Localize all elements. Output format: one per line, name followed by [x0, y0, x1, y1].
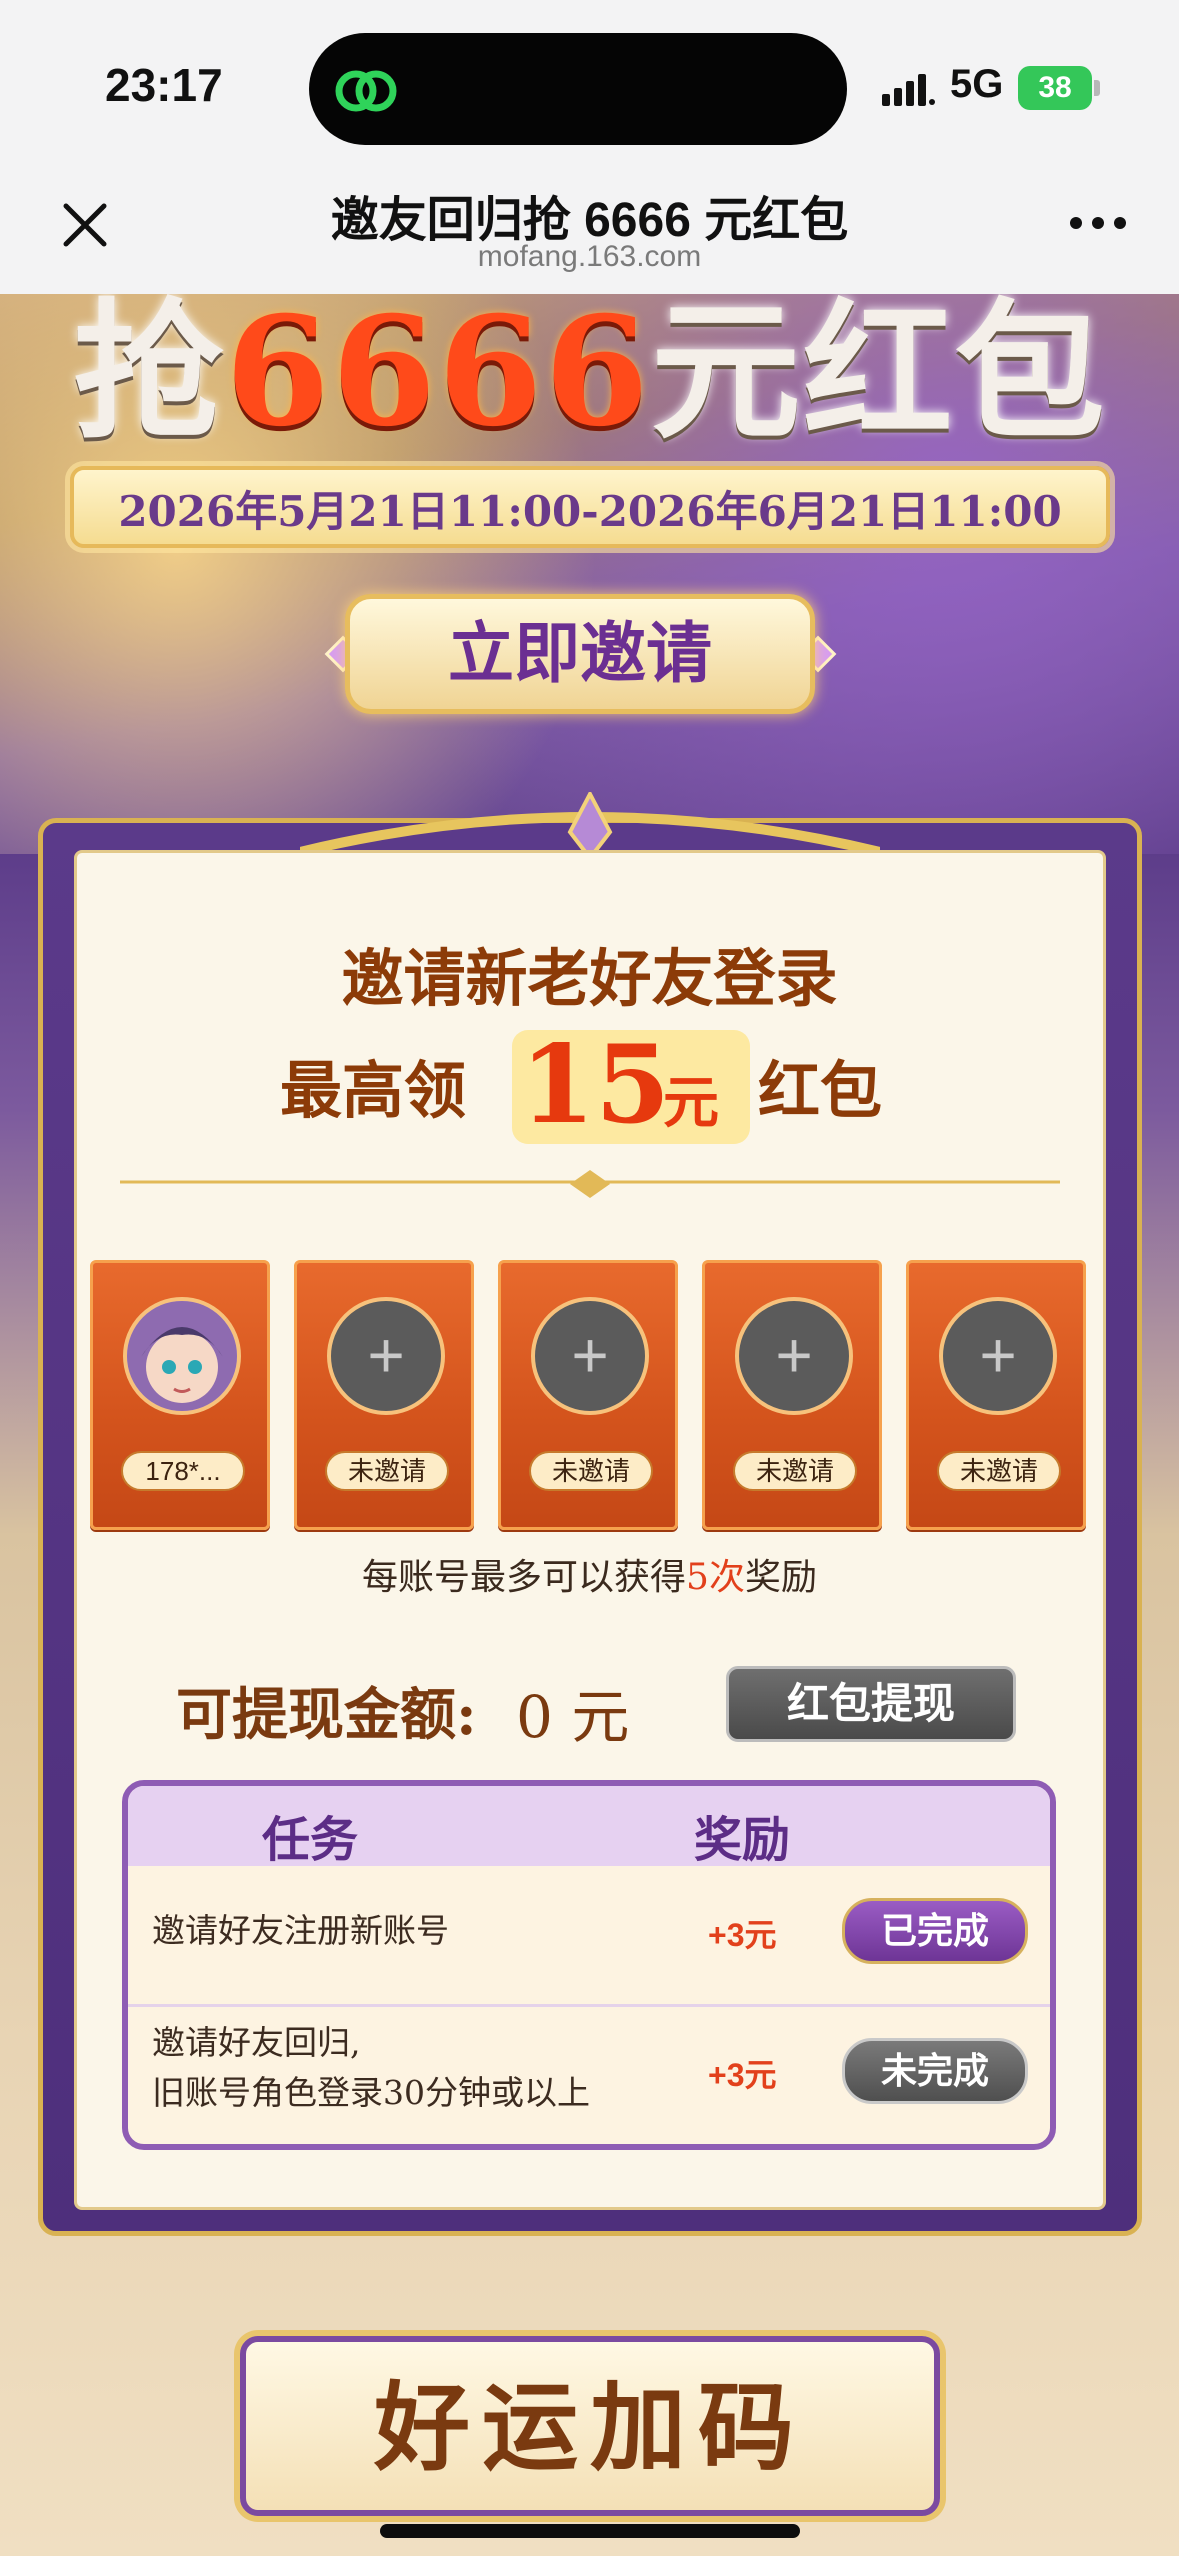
row-divider: [128, 2004, 1050, 2007]
task-completed-button[interactable]: 已完成: [842, 1898, 1028, 1964]
network-type: 5G: [950, 62, 1004, 106]
task-incomplete-button[interactable]: 未完成: [842, 2038, 1028, 2104]
slot-label: 未邀请: [529, 1451, 653, 1491]
invite-now-button[interactable]: 立即邀请: [345, 594, 815, 714]
reward-limit-note: 每账号最多可以获得5次奖励: [0, 1548, 1179, 1600]
task-table: 任务 奖励 邀请好友注册新账号 +3元 已完成 邀请好友回归, 旧账号角色登录3…: [122, 1780, 1056, 2150]
invite-slot-4[interactable]: + 未邀请: [702, 1260, 882, 1530]
max-reward-unit: 元: [663, 1070, 719, 1136]
card-heading-prefix: 最高领: [280, 1054, 467, 1127]
friend-avatar: [123, 1297, 241, 1415]
status-time: 23:17: [105, 59, 223, 111]
page-url: mofang.163.com: [477, 240, 702, 273]
header-reward: 奖励: [694, 1812, 791, 1868]
battery-indicator: 38: [1018, 66, 1092, 110]
task-name: 邀请好友注册新账号: [152, 1911, 449, 1950]
plus-icon: +: [775, 1319, 813, 1391]
signal-icon: [882, 74, 935, 106]
hero-title-part2: 元红包: [650, 294, 1107, 460]
add-friend-button[interactable]: +: [735, 1297, 853, 1415]
wechat-link-icon: [335, 70, 397, 112]
more-options-icon[interactable]: [1068, 215, 1128, 231]
invite-slot-5[interactable]: + 未邀请: [906, 1260, 1086, 1530]
card-heading-suffix: 红包: [758, 1054, 883, 1127]
battery-tip: [1094, 80, 1100, 96]
luck-boost-title: 好运加码: [374, 2371, 806, 2484]
slot-label: 未邀请: [325, 1451, 449, 1491]
max-reward-amount: 15: [520, 1022, 671, 1148]
withdraw-button[interactable]: 红包提现: [726, 1666, 1016, 1742]
note-highlight: 5次: [686, 1557, 745, 1598]
add-friend-button[interactable]: +: [939, 1297, 1057, 1415]
plus-icon: +: [367, 1319, 405, 1391]
card-heading-line1: 邀请新老好友登录: [341, 942, 838, 1015]
hero-title: 抢6666元红包: [20, 294, 1160, 462]
task-name-line2: 旧账号角色登录30分钟或以上: [152, 2073, 590, 2112]
invite-slot-1[interactable]: 178*...: [90, 1260, 270, 1530]
note-suffix: 奖励: [744, 1557, 817, 1598]
withdrawable-label: 可提现金额:: [176, 1682, 477, 1748]
slot-label: 未邀请: [937, 1451, 1061, 1491]
hero-title-part1: 抢: [73, 294, 226, 460]
note-prefix: 每账号最多可以获得: [362, 1557, 687, 1598]
slot-label: 178*...: [121, 1451, 245, 1491]
home-indicator: [380, 2524, 800, 2538]
header-task: 任务: [262, 1812, 359, 1868]
hero-banner: 抢6666元红包 2026年5月21日11:00-2026年6月21日11:00…: [0, 294, 1179, 854]
invite-slot-3[interactable]: + 未邀请: [498, 1260, 678, 1530]
add-friend-button[interactable]: +: [327, 1297, 445, 1415]
task-reward: +3元: [708, 2057, 777, 2093]
add-friend-button[interactable]: +: [531, 1297, 649, 1415]
invite-slot-2[interactable]: + 未邀请: [294, 1260, 474, 1530]
task-reward: +3元: [708, 1917, 777, 1953]
slot-label: 未邀请: [733, 1451, 857, 1491]
avatar-face-icon: [127, 1301, 237, 1411]
event-date-range: 2026年5月21日11:00-2026年6月21日11:00: [118, 487, 1062, 536]
hero-title-amount: 6666: [225, 294, 651, 460]
ornament-divider: [120, 1170, 1060, 1198]
plus-icon: +: [571, 1319, 609, 1391]
task-name-line1: 邀请好友回归,: [152, 2023, 361, 2062]
plus-icon: +: [979, 1319, 1017, 1391]
withdrawable-amount: 0 元: [516, 1683, 630, 1751]
